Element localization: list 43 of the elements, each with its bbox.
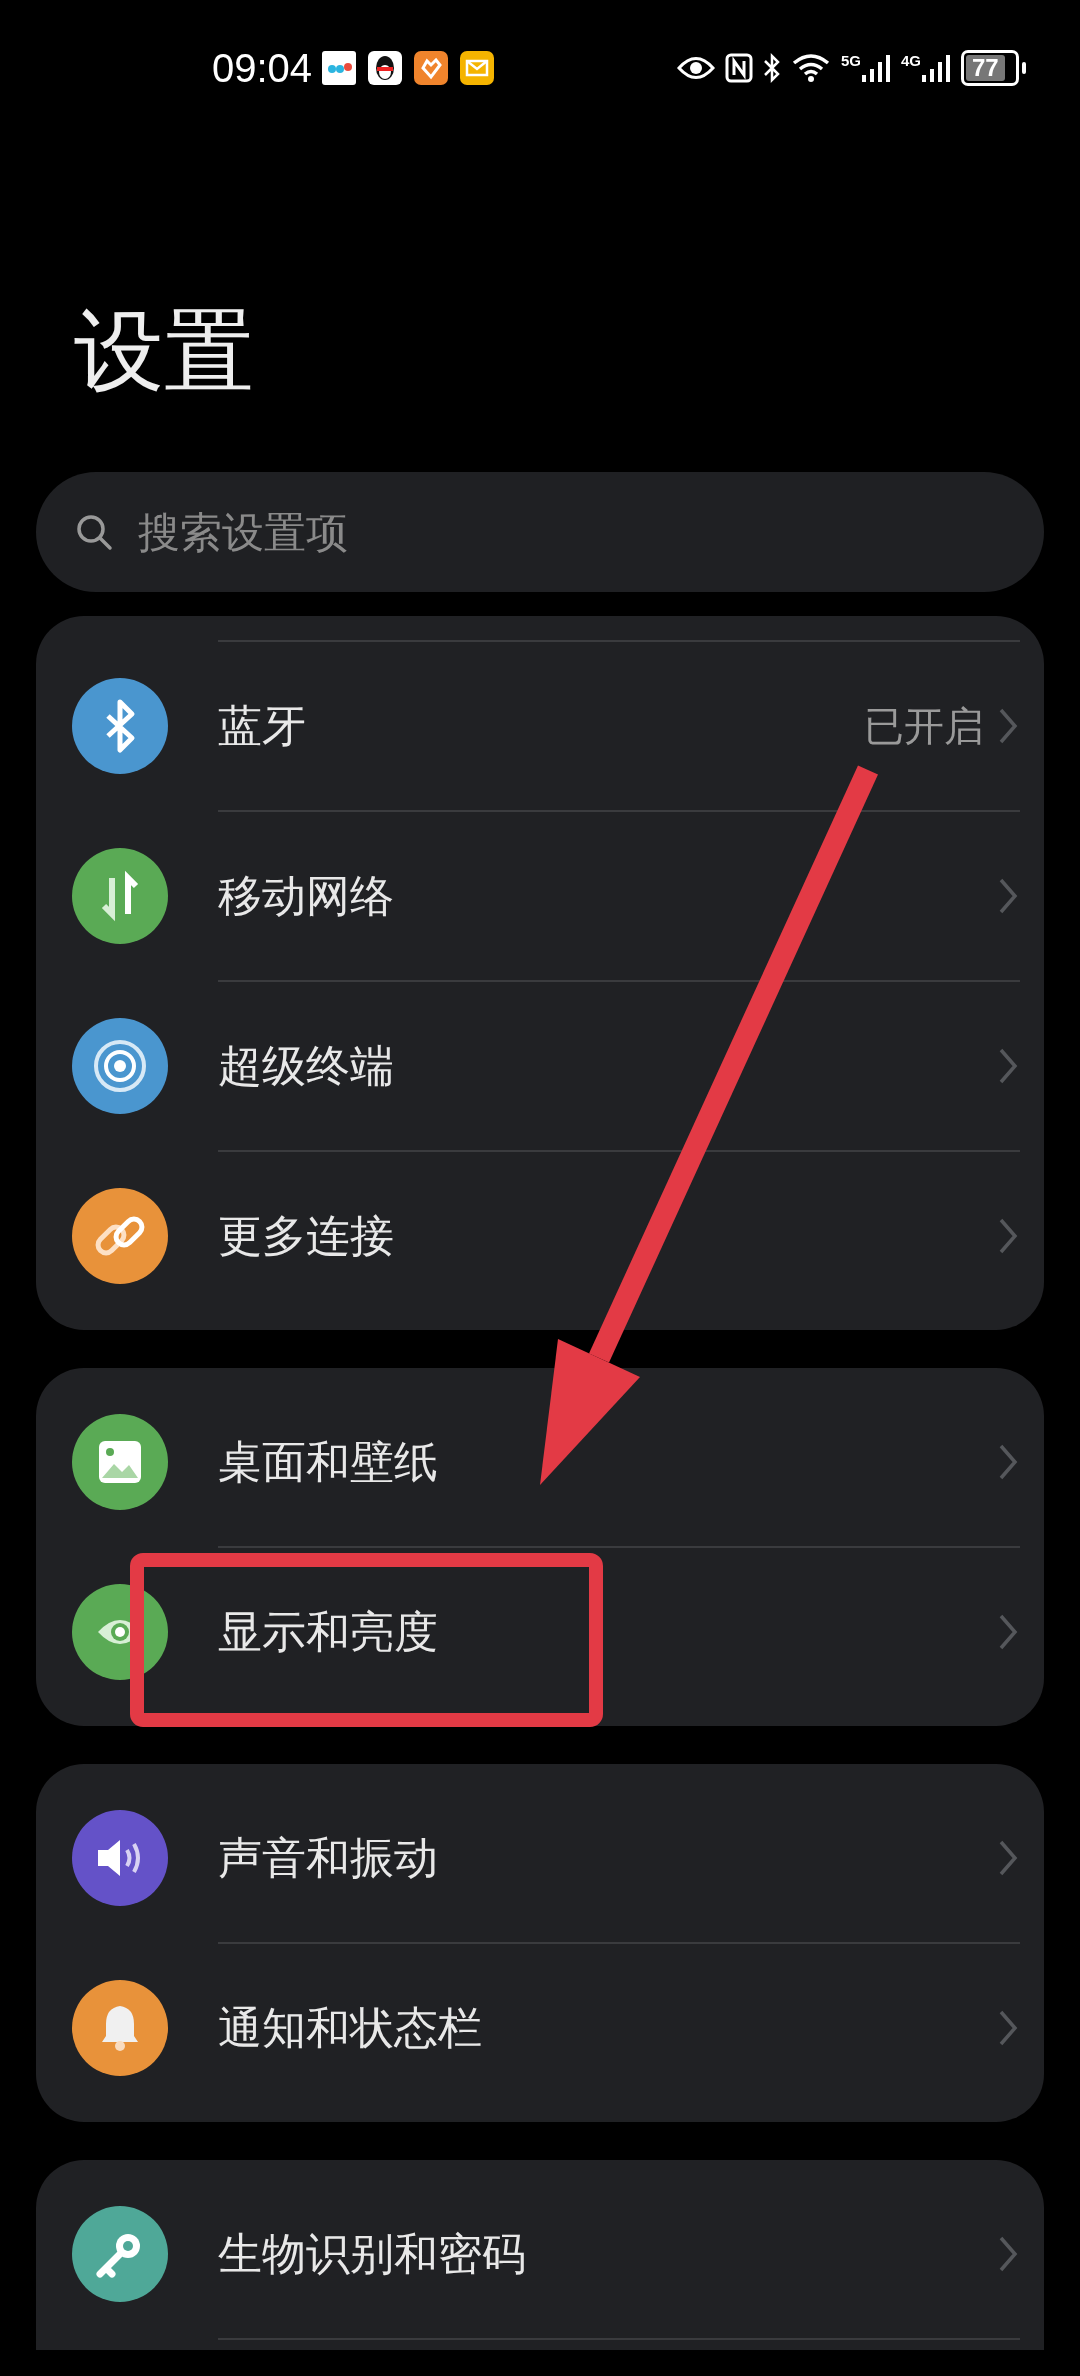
settings-item[interactable]: 更多连接 [36, 1152, 1044, 1320]
penguin-icon [368, 51, 403, 85]
battery-icon: 77 [961, 50, 1019, 86]
settings-item[interactable]: 声音和振动 [36, 1774, 1044, 1942]
item-label: 声音和振动 [218, 1830, 438, 1885]
settings-item[interactable]: 显示和亮度 [36, 1548, 1044, 1716]
item-label: 更多连接 [218, 1208, 394, 1263]
item-label: 通知和状态栏 [218, 2000, 482, 2055]
search-field[interactable]: 搜索设置项 [36, 472, 1044, 592]
settings-item[interactable]: 蓝牙 已开启 [36, 642, 1044, 810]
item-label: 桌面和壁纸 [218, 1434, 438, 1489]
signal-icon [921, 53, 951, 83]
settings-item[interactable]: 通知和状态栏 [36, 1944, 1044, 2112]
heart-app-icon [414, 51, 449, 85]
item-status: 已开启 [864, 701, 984, 751]
chevron-icon [998, 1613, 1018, 1651]
search-icon [74, 512, 114, 552]
item-label: 超级终端 [218, 1038, 394, 1093]
page-title: 设置 [74, 306, 254, 396]
app-notification-icon [322, 51, 357, 85]
nfc-icon [724, 53, 753, 83]
chevron-icon [998, 877, 1018, 915]
item-label: 生物识别和密码 [218, 2226, 526, 2281]
status-time: 09:04 [212, 45, 313, 91]
settings-item[interactable]: 超级终端 [36, 982, 1044, 1150]
eye-icon [676, 55, 715, 81]
chevron-icon [998, 707, 1018, 745]
chevron-icon [998, 2235, 1018, 2273]
mail-icon [460, 51, 495, 85]
chevron-icon [998, 1047, 1018, 1085]
item-label: 显示和亮度 [218, 1604, 438, 1659]
item-label: 移动网络 [218, 868, 394, 923]
bluetooth-icon [762, 52, 781, 84]
settings-item[interactable]: 移动网络 [36, 812, 1044, 980]
wifi-icon [790, 53, 831, 83]
chevron-icon [998, 2009, 1018, 2047]
chevron-icon [998, 1217, 1018, 1255]
chevron-icon [998, 1443, 1018, 1481]
network-type-label: 5G [840, 53, 861, 68]
network-type-label: 4G [901, 53, 921, 68]
signal-icon [861, 53, 891, 83]
item-label: 蓝牙 [218, 698, 306, 753]
chevron-icon [998, 1839, 1018, 1877]
